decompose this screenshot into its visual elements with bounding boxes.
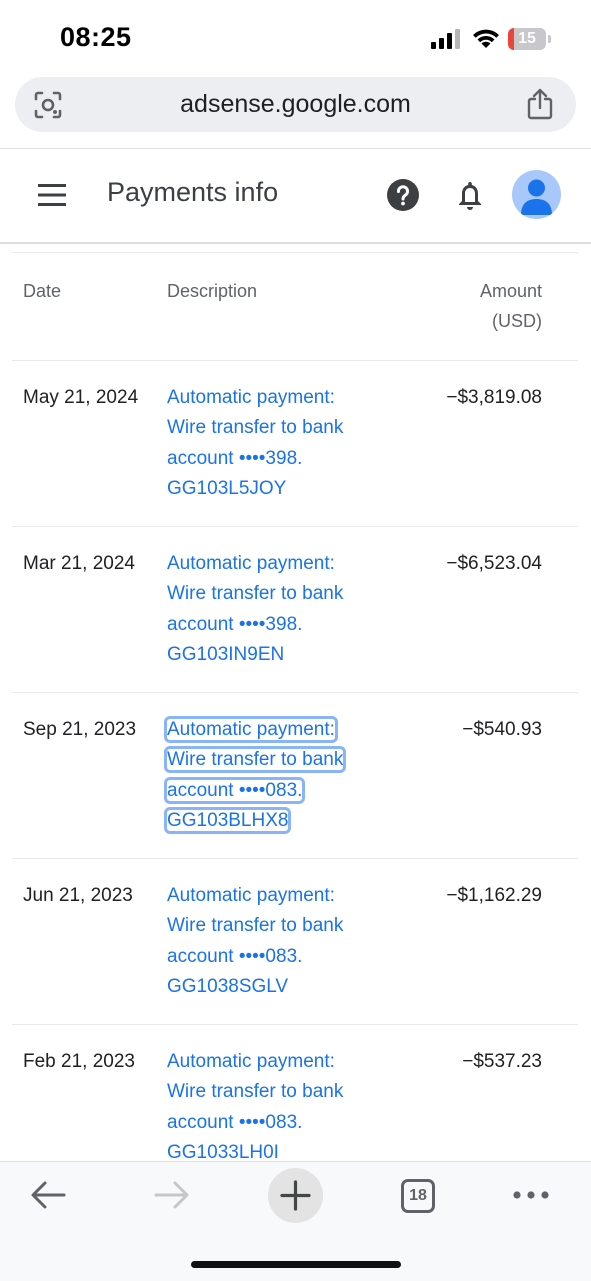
column-header-amount: Amount (USD) bbox=[480, 276, 542, 336]
battery-level: 15 bbox=[518, 30, 536, 47]
person-icon bbox=[521, 179, 552, 215]
bell-icon[interactable] bbox=[456, 179, 484, 211]
table-row: Mar 21, 2024 Automatic payment: Wire tra… bbox=[12, 526, 578, 692]
forward-arrow-icon[interactable] bbox=[154, 1180, 190, 1210]
address-bar[interactable]: adsense.google.com bbox=[15, 77, 576, 132]
page-title: Payments info bbox=[107, 177, 279, 207]
table-row: Feb 21, 2023 Automatic payment: Wire tra… bbox=[12, 1024, 578, 1163]
description-line: Automatic payment: bbox=[164, 716, 338, 743]
description-line: Automatic payment: bbox=[167, 553, 335, 574]
help-icon[interactable] bbox=[387, 179, 419, 211]
description-line: GG103BLHX8 bbox=[163, 806, 292, 834]
table-row: Sep 21, 2023 Automatic payment: Wire tra… bbox=[12, 692, 578, 858]
description-line: Wire transfer to bank bbox=[167, 583, 344, 605]
payment-date: Jun 21, 2023 bbox=[23, 885, 133, 906]
description-line: account ••••083. bbox=[163, 776, 306, 804]
description-line: Wire transfer to bank bbox=[167, 417, 344, 439]
description-line: Automatic payment: bbox=[167, 387, 335, 408]
payment-amount: −$3,819.08 bbox=[446, 387, 542, 408]
lens-icon[interactable] bbox=[33, 90, 63, 120]
app-bar: Payments info bbox=[0, 149, 591, 242]
share-icon[interactable] bbox=[526, 88, 554, 120]
amount-unit-label: (USD) bbox=[492, 311, 542, 331]
description-line: account ••••083. bbox=[167, 1111, 303, 1133]
table-row: Jun 21, 2023 Automatic payment: Wire tra… bbox=[12, 858, 578, 1024]
home-indicator bbox=[191, 1261, 401, 1268]
url-text[interactable]: adsense.google.com bbox=[15, 77, 576, 132]
divider bbox=[0, 242, 591, 244]
table-row: May 21, 2024 Automatic payment: Wire tra… bbox=[12, 360, 578, 526]
tab-switcher-button[interactable]: 18 bbox=[401, 1179, 435, 1213]
payment-description-link[interactable]: Automatic payment: Wire transfer to bank… bbox=[163, 715, 367, 836]
payment-amount: −$540.93 bbox=[462, 719, 542, 740]
description-line: account ••••398. bbox=[167, 447, 303, 469]
payment-amount: −$6,523.04 bbox=[446, 553, 542, 574]
payment-description-link[interactable]: Automatic payment: Wire transfer to bank… bbox=[167, 549, 367, 670]
wifi-icon bbox=[473, 29, 499, 48]
description-line: GG103L5JOY bbox=[167, 477, 287, 499]
cellular-signal-icon bbox=[431, 29, 460, 49]
divider bbox=[12, 252, 578, 253]
payment-amount: −$537.23 bbox=[462, 1051, 542, 1072]
payment-description-link[interactable]: Automatic payment: Wire transfer to bank… bbox=[167, 1047, 367, 1168]
description-line: account ••••398. bbox=[167, 613, 303, 635]
description-line: GG1038SGLV bbox=[167, 975, 289, 997]
description-line: Wire transfer to bank bbox=[163, 746, 347, 774]
payment-date: Feb 21, 2023 bbox=[23, 1051, 135, 1072]
more-icon[interactable] bbox=[512, 1190, 550, 1200]
menu-icon[interactable] bbox=[38, 184, 66, 206]
battery-icon: 15 bbox=[508, 28, 552, 50]
description-line: account ••••083. bbox=[167, 945, 303, 967]
description-line: Wire transfer to bank bbox=[167, 915, 344, 937]
description-line: Automatic payment: bbox=[167, 1051, 335, 1072]
payment-description-link[interactable]: Automatic payment: Wire transfer to bank… bbox=[167, 881, 367, 1002]
column-header-date: Date bbox=[23, 281, 62, 301]
plus-icon bbox=[280, 1180, 311, 1211]
status-bar: 08:25 15 bbox=[0, 0, 591, 78]
description-line: Automatic payment: bbox=[167, 885, 335, 906]
avatar[interactable] bbox=[512, 170, 561, 219]
payment-amount: −$1,162.29 bbox=[446, 885, 542, 906]
amount-header-line: Amount bbox=[479, 281, 542, 301]
column-header-description: Description bbox=[167, 281, 258, 301]
payment-date: Mar 21, 2024 bbox=[23, 553, 135, 574]
payment-description-link[interactable]: Automatic payment: Wire transfer to bank… bbox=[167, 383, 367, 504]
payment-date: Sep 21, 2023 bbox=[23, 719, 137, 740]
description-line: GG103IN9EN bbox=[167, 643, 285, 665]
status-time: 08:25 bbox=[60, 22, 132, 52]
description-line: Wire transfer to bank bbox=[167, 1081, 344, 1103]
back-arrow-icon[interactable] bbox=[30, 1180, 66, 1210]
browser-toolbar: 18 bbox=[0, 1161, 591, 1281]
payment-date: May 21, 2024 bbox=[23, 387, 139, 408]
new-tab-button[interactable] bbox=[268, 1168, 323, 1223]
